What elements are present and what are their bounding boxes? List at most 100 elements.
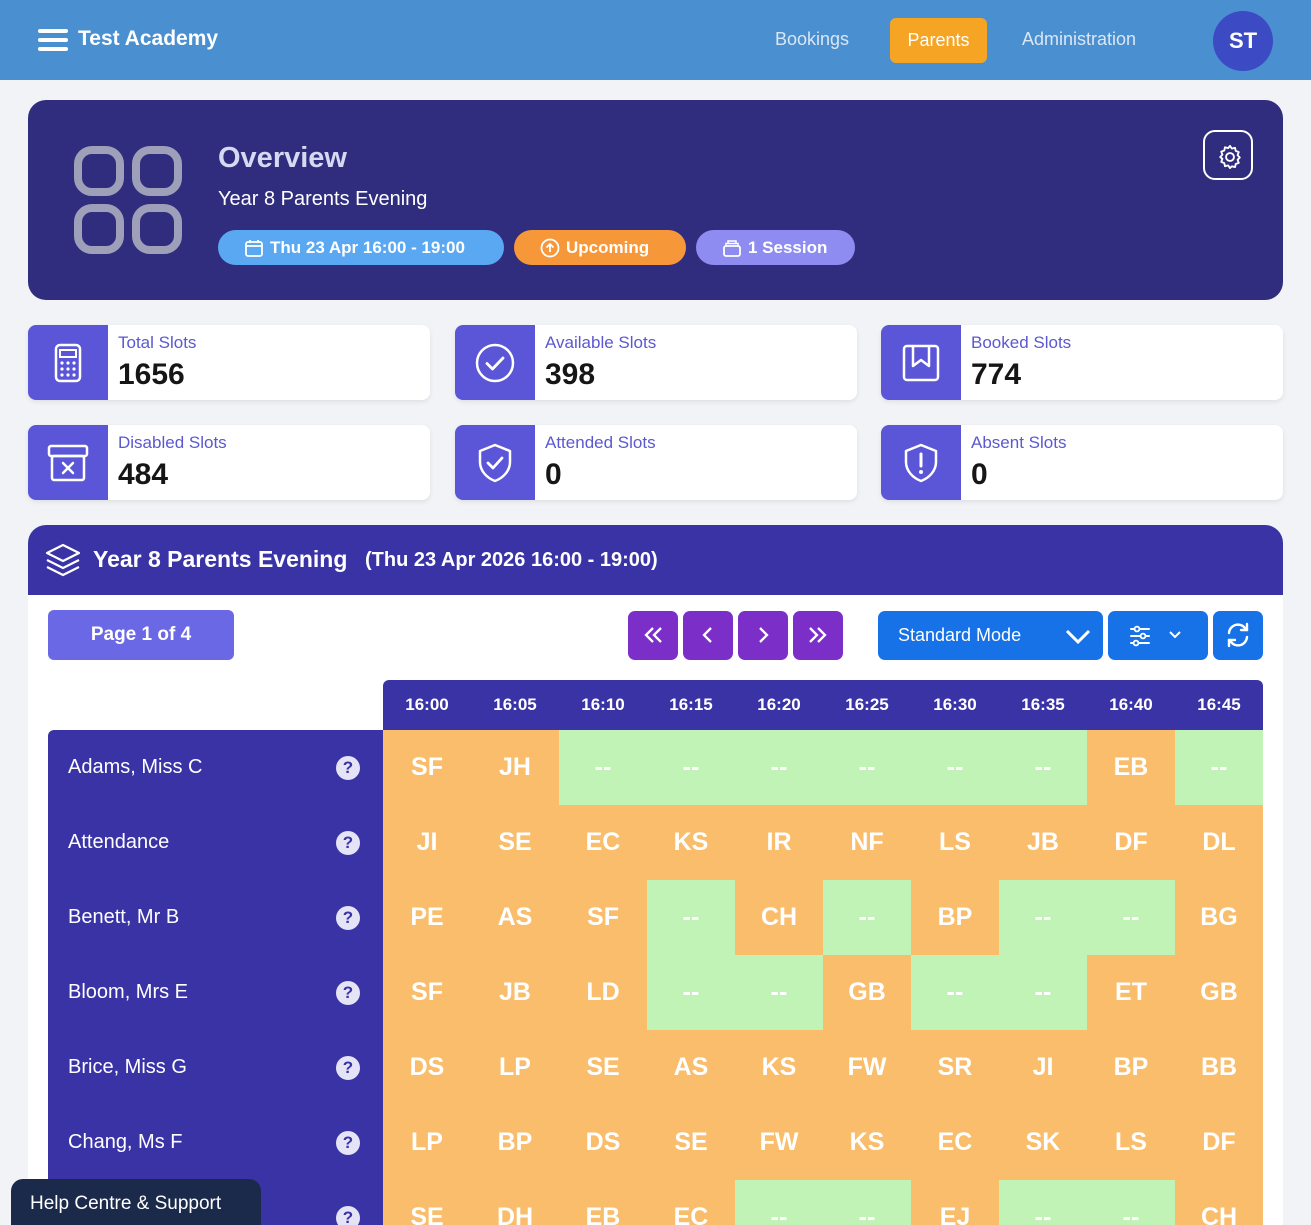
booked-slot[interactable]: DS: [559, 1105, 647, 1180]
booked-slot[interactable]: JI: [999, 1030, 1087, 1105]
booked-slot[interactable]: BP: [1087, 1030, 1175, 1105]
booked-slot[interactable]: LS: [1087, 1105, 1175, 1180]
refresh-button[interactable]: [1213, 611, 1263, 660]
booked-slot[interactable]: KS: [823, 1105, 911, 1180]
booked-slot[interactable]: FW: [823, 1030, 911, 1105]
mode-select[interactable]: Standard Mode: [878, 611, 1103, 660]
booked-slot[interactable]: AS: [647, 1030, 735, 1105]
booked-slot[interactable]: EB: [1087, 730, 1175, 805]
booked-slot[interactable]: JI: [383, 805, 471, 880]
booked-slot[interactable]: EC: [911, 1105, 999, 1180]
booked-slot[interactable]: BB: [1175, 1030, 1263, 1105]
booked-slot[interactable]: SE: [559, 1030, 647, 1105]
prev-page-button[interactable]: [683, 611, 733, 660]
teacher-name[interactable]: Brice, Miss G: [68, 1056, 187, 1079]
booked-slot[interactable]: EC: [559, 805, 647, 880]
booked-slot[interactable]: DS: [383, 1030, 471, 1105]
booked-slot[interactable]: ET: [1087, 955, 1175, 1030]
available-slot[interactable]: --: [735, 1180, 823, 1225]
available-slot[interactable]: --: [647, 730, 735, 805]
booked-slot[interactable]: LP: [471, 1030, 559, 1105]
booked-slot[interactable]: SE: [647, 1105, 735, 1180]
available-slot[interactable]: --: [1175, 730, 1263, 805]
teacher-name[interactable]: Chang, Ms F: [68, 1131, 182, 1154]
booked-slot[interactable]: CH: [1175, 1180, 1263, 1225]
available-slot[interactable]: --: [999, 880, 1087, 955]
booked-slot[interactable]: EJ: [911, 1180, 999, 1225]
booked-slot[interactable]: KS: [735, 1030, 823, 1105]
available-slot[interactable]: --: [823, 730, 911, 805]
help-icon[interactable]: ?: [336, 831, 360, 855]
available-slot[interactable]: --: [911, 730, 999, 805]
booked-slot[interactable]: AS: [471, 880, 559, 955]
booked-slot[interactable]: GB: [1175, 955, 1263, 1030]
available-slot[interactable]: --: [647, 955, 735, 1030]
available-slot[interactable]: --: [823, 1180, 911, 1225]
booked-slot[interactable]: JB: [999, 805, 1087, 880]
booked-slot[interactable]: DL: [1175, 805, 1263, 880]
available-slot[interactable]: --: [911, 955, 999, 1030]
last-page-button[interactable]: [793, 611, 843, 660]
help-icon[interactable]: ?: [336, 981, 360, 1005]
available-slot[interactable]: --: [647, 880, 735, 955]
booked-slot[interactable]: SE: [471, 805, 559, 880]
next-page-button[interactable]: [738, 611, 788, 660]
booked-slot[interactable]: IR: [735, 805, 823, 880]
help-icon[interactable]: ?: [336, 906, 360, 930]
help-icon[interactable]: ?: [336, 1206, 360, 1225]
filter-dropdown-button[interactable]: [1108, 611, 1208, 660]
teacher-name[interactable]: Benett, Mr B: [68, 906, 179, 929]
booked-slot[interactable]: EC: [647, 1180, 735, 1225]
booked-slot[interactable]: DH: [471, 1180, 559, 1225]
refresh-icon: [1227, 622, 1249, 648]
available-slot[interactable]: --: [823, 880, 911, 955]
teacher-name[interactable]: Bloom, Mrs E: [68, 981, 188, 1004]
booked-slot[interactable]: SR: [911, 1030, 999, 1105]
help-icon[interactable]: ?: [336, 756, 360, 780]
booked-slot[interactable]: LS: [911, 805, 999, 880]
booked-slot[interactable]: SF: [383, 730, 471, 805]
nav-administration[interactable]: Administration: [1022, 29, 1136, 50]
booked-slot[interactable]: SF: [383, 955, 471, 1030]
page-indicator-button[interactable]: Page 1 of 4: [48, 610, 234, 660]
booked-slot[interactable]: LP: [383, 1105, 471, 1180]
booked-slot[interactable]: DF: [1175, 1105, 1263, 1180]
help-centre-button[interactable]: Help Centre & Support: [11, 1179, 261, 1225]
booked-slot[interactable]: SF: [559, 880, 647, 955]
booked-slot[interactable]: DF: [1087, 805, 1175, 880]
booked-slot[interactable]: BP: [471, 1105, 559, 1180]
available-slot[interactable]: --: [1087, 1180, 1175, 1225]
nav-parents[interactable]: Parents: [890, 18, 987, 63]
booked-slot[interactable]: KS: [647, 805, 735, 880]
settings-button[interactable]: [1203, 130, 1253, 180]
menu-icon[interactable]: [38, 29, 68, 51]
available-slot[interactable]: --: [1087, 880, 1175, 955]
booked-slot[interactable]: PE: [383, 880, 471, 955]
brand-name[interactable]: Test Academy: [78, 27, 218, 51]
booked-slot[interactable]: NF: [823, 805, 911, 880]
booked-slot[interactable]: SE: [383, 1180, 471, 1225]
booked-slot[interactable]: EB: [559, 1180, 647, 1225]
available-slot[interactable]: --: [735, 730, 823, 805]
help-icon[interactable]: ?: [336, 1056, 360, 1080]
available-slot[interactable]: --: [735, 955, 823, 1030]
booked-slot[interactable]: FW: [735, 1105, 823, 1180]
booked-slot[interactable]: BP: [911, 880, 999, 955]
user-avatar[interactable]: ST: [1213, 11, 1273, 71]
available-slot[interactable]: --: [999, 955, 1087, 1030]
available-slot[interactable]: --: [559, 730, 647, 805]
help-icon[interactable]: ?: [336, 1131, 360, 1155]
booked-slot[interactable]: CH: [735, 880, 823, 955]
nav-bookings[interactable]: Bookings: [775, 29, 849, 50]
booked-slot[interactable]: JH: [471, 730, 559, 805]
available-slot[interactable]: --: [999, 730, 1087, 805]
available-slot[interactable]: --: [999, 1180, 1087, 1225]
booked-slot[interactable]: JB: [471, 955, 559, 1030]
booked-slot[interactable]: BG: [1175, 880, 1263, 955]
booked-slot[interactable]: LD: [559, 955, 647, 1030]
teacher-name[interactable]: Adams, Miss C: [68, 756, 202, 779]
teacher-name[interactable]: Attendance: [68, 831, 169, 854]
booked-slot[interactable]: GB: [823, 955, 911, 1030]
first-page-button[interactable]: [628, 611, 678, 660]
booked-slot[interactable]: SK: [999, 1105, 1087, 1180]
